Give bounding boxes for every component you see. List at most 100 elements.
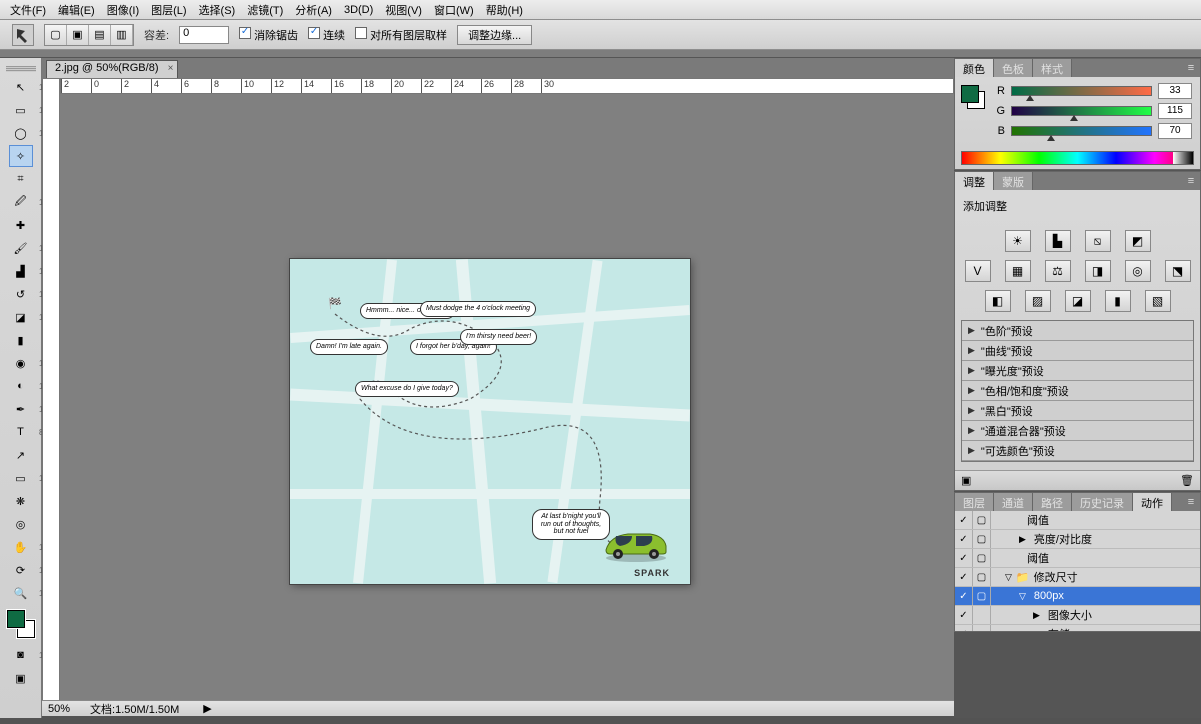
color-swatches[interactable] bbox=[7, 610, 35, 638]
tool-zoom[interactable]: 🔍1 bbox=[9, 582, 33, 604]
adj-selcol-icon[interactable]: ▧ bbox=[1145, 290, 1171, 312]
tool-path-select[interactable]: ↗ bbox=[9, 444, 33, 466]
tab-actions[interactable]: 动作 bbox=[1133, 493, 1172, 511]
tool-gradient[interactable]: ▮ bbox=[9, 329, 33, 351]
menu-image[interactable]: 图像(I) bbox=[101, 0, 145, 20]
menu-filter[interactable]: 滤镜(T) bbox=[241, 0, 289, 20]
action-row[interactable]: ✓▢▽📁修改尺寸 bbox=[955, 568, 1200, 587]
action-row[interactable]: ✓▶存储 bbox=[955, 625, 1200, 631]
tool-dodge[interactable]: ◐1 bbox=[9, 375, 33, 397]
menu-select[interactable]: 选择(S) bbox=[193, 0, 242, 20]
ruler-vertical[interactable] bbox=[42, 78, 60, 716]
preset-item[interactable]: ▶"曝光度"预设 bbox=[962, 361, 1193, 381]
adj-invert-icon[interactable]: ◧ bbox=[985, 290, 1011, 312]
action-row[interactable]: ✓▢▶亮度/对比度 bbox=[955, 530, 1200, 549]
adj-grad-icon[interactable]: ▮ bbox=[1105, 290, 1131, 312]
tab-history[interactable]: 历史记录 bbox=[1072, 493, 1133, 511]
adj-photo-icon[interactable]: ◎ bbox=[1125, 260, 1151, 282]
antialias-check[interactable]: 消除锯齿 bbox=[239, 27, 298, 43]
tab-masks[interactable]: 蒙版 bbox=[994, 172, 1033, 190]
adj-poster-icon[interactable]: ▨ bbox=[1025, 290, 1051, 312]
menu-analysis[interactable]: 分析(A) bbox=[289, 0, 338, 20]
tab-layers[interactable]: 图层 bbox=[955, 493, 994, 511]
menu-layer[interactable]: 图层(L) bbox=[145, 0, 192, 20]
action-row[interactable]: ✓▢▽800px bbox=[955, 587, 1200, 606]
toolbox-grip[interactable] bbox=[6, 66, 36, 72]
menu-view[interactable]: 视图(V) bbox=[379, 0, 428, 20]
adj-levels-icon[interactable]: ▙ bbox=[1045, 230, 1071, 252]
sel-new[interactable]: ▢ bbox=[45, 25, 67, 45]
value-g[interactable]: 115 bbox=[1158, 103, 1192, 119]
color-spectrum[interactable] bbox=[961, 151, 1194, 165]
preset-item[interactable]: ▶"曲线"预设 bbox=[962, 341, 1193, 361]
adj-foot-trash-icon[interactable]: 🗑 bbox=[1180, 474, 1194, 487]
tolerance-input[interactable]: 0 bbox=[179, 26, 229, 44]
tool-lasso[interactable]: ◯1 bbox=[9, 122, 33, 144]
adj-curves-icon[interactable]: ⧅ bbox=[1085, 230, 1111, 252]
adj-bw-icon[interactable]: ◨ bbox=[1085, 260, 1111, 282]
tool-shape[interactable]: ▭1 bbox=[9, 467, 33, 489]
active-tool-icon[interactable] bbox=[12, 24, 34, 46]
tab-swatches[interactable]: 色板 bbox=[994, 59, 1033, 77]
tool-brush[interactable]: 🖌1 bbox=[9, 237, 33, 259]
preset-item[interactable]: ▶"色相/饱和度"预设 bbox=[962, 381, 1193, 401]
tool-3d[interactable]: ❋ bbox=[9, 490, 33, 512]
slider-b[interactable] bbox=[1011, 126, 1152, 136]
menu-window[interactable]: 窗口(W) bbox=[428, 0, 480, 20]
menu-file[interactable]: 文件(F) bbox=[4, 0, 52, 20]
tool-rotate[interactable]: ⟳1 bbox=[9, 559, 33, 581]
tool-type[interactable]: T8 bbox=[9, 421, 33, 443]
action-row[interactable]: ✓▶图像大小 bbox=[955, 606, 1200, 625]
panel-menu-icon[interactable]: ≡ bbox=[1182, 172, 1200, 190]
tool-stamp[interactable]: ▟1 bbox=[9, 260, 33, 282]
sel-sub[interactable]: ▤ bbox=[89, 25, 111, 45]
tool-screenmode[interactable]: ▣ bbox=[9, 667, 33, 689]
adj-hue-icon[interactable]: ▦ bbox=[1005, 260, 1031, 282]
preset-item[interactable]: ▶"色阶"预设 bbox=[962, 321, 1193, 341]
slider-r[interactable] bbox=[1011, 86, 1152, 96]
close-icon[interactable]: × bbox=[168, 63, 174, 74]
value-r[interactable]: 33 bbox=[1158, 83, 1192, 99]
tab-adjustments[interactable]: 调整 bbox=[955, 172, 994, 190]
tool-marquee[interactable]: ▭1 bbox=[9, 99, 33, 121]
tool-magic-wand[interactable]: ✧ bbox=[9, 145, 33, 167]
adj-vibr-icon[interactable]: V bbox=[965, 260, 991, 282]
menu-edit[interactable]: 编辑(E) bbox=[52, 0, 101, 20]
panel-menu-icon[interactable]: ≡ bbox=[1182, 493, 1200, 511]
adj-mixer-icon[interactable]: ⬔ bbox=[1165, 260, 1191, 282]
canvas-viewport[interactable]: Hmmm... nice... or... what? Must dodge t… bbox=[60, 94, 954, 700]
tab-channels[interactable]: 通道 bbox=[994, 493, 1033, 511]
tab-styles[interactable]: 样式 bbox=[1033, 59, 1072, 77]
tab-paths[interactable]: 路径 bbox=[1033, 493, 1072, 511]
contiguous-check[interactable]: 连续 bbox=[308, 27, 345, 43]
action-row[interactable]: ✓▢阈值 bbox=[955, 511, 1200, 530]
adj-exposure-icon[interactable]: ◩ bbox=[1125, 230, 1151, 252]
tool-move[interactable]: ↖1 bbox=[9, 76, 33, 98]
tool-quickmask[interactable]: ◙1 bbox=[9, 644, 33, 666]
all-layers-check[interactable]: 对所有图层取样 bbox=[355, 27, 447, 43]
ruler-horizontal[interactable]: 2024681012141618202224262830 bbox=[60, 78, 954, 94]
adj-thresh-icon[interactable]: ◪ bbox=[1065, 290, 1091, 312]
preset-item[interactable]: ▶"黑白"预设 bbox=[962, 401, 1193, 421]
tool-blur[interactable]: ◉1 bbox=[9, 352, 33, 374]
tool-crop[interactable]: ⌗ bbox=[9, 168, 33, 190]
panel-menu-icon[interactable]: ≡ bbox=[1182, 59, 1200, 77]
doc-tab[interactable]: 2.jpg @ 50%(RGB/8)× bbox=[46, 60, 178, 78]
tool-3d-cam[interactable]: ◎ bbox=[9, 513, 33, 535]
slider-g[interactable] bbox=[1011, 106, 1152, 116]
tool-history-brush[interactable]: ↺1 bbox=[9, 283, 33, 305]
value-b[interactable]: 70 bbox=[1158, 123, 1192, 139]
action-row[interactable]: ✓▢阈值 bbox=[955, 549, 1200, 568]
menu-help[interactable]: 帮助(H) bbox=[480, 0, 529, 20]
sel-add[interactable]: ▣ bbox=[67, 25, 89, 45]
tab-color[interactable]: 颜色 bbox=[955, 59, 994, 77]
adj-foot-left-icon[interactable]: ▣ bbox=[961, 474, 971, 487]
preset-item[interactable]: ▶"通道混合器"预设 bbox=[962, 421, 1193, 441]
refine-edge-button[interactable]: 调整边缘... bbox=[457, 25, 532, 45]
tool-eyedropper[interactable]: 🖉1 bbox=[9, 191, 33, 213]
tool-pen[interactable]: ✒1 bbox=[9, 398, 33, 420]
preset-item[interactable]: ▶"可选颜色"预设 bbox=[962, 441, 1193, 461]
color-fg-bg[interactable] bbox=[961, 85, 985, 109]
menu-3d[interactable]: 3D(D) bbox=[338, 2, 379, 18]
zoom-level[interactable]: 50% bbox=[48, 703, 70, 715]
